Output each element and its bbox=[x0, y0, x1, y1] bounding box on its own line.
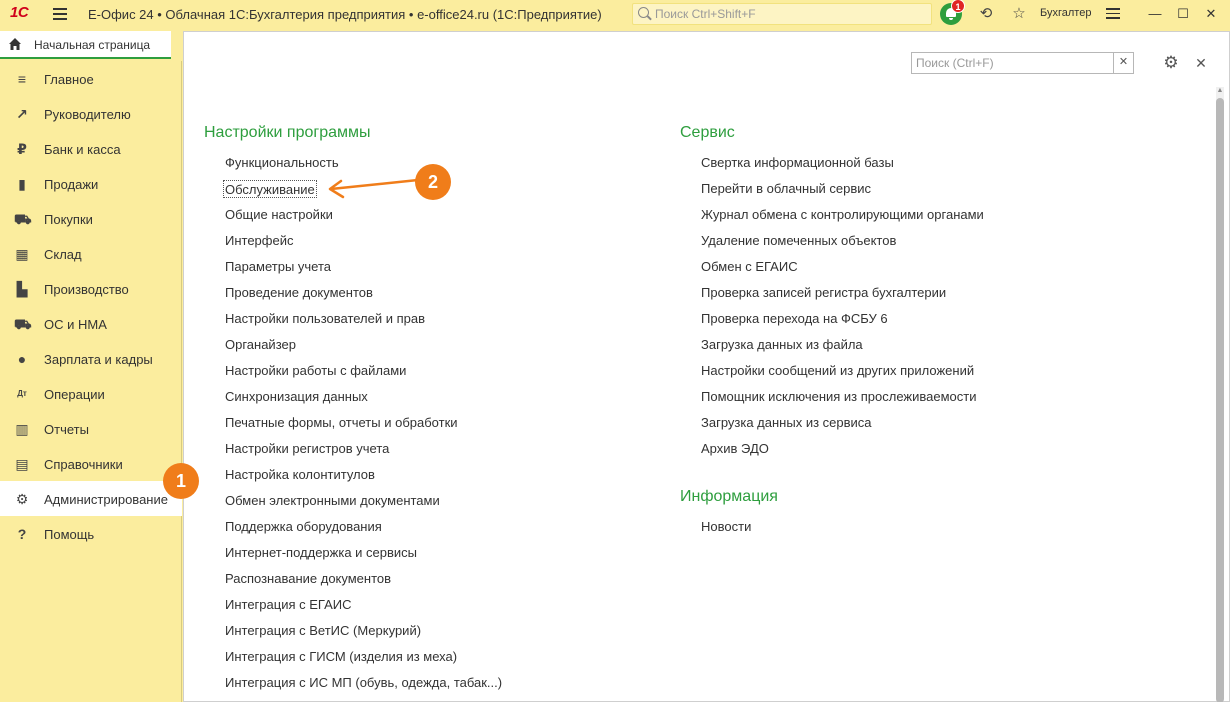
callout-step-2: 2 bbox=[415, 164, 451, 200]
callout-arrow-icon bbox=[328, 178, 419, 199]
